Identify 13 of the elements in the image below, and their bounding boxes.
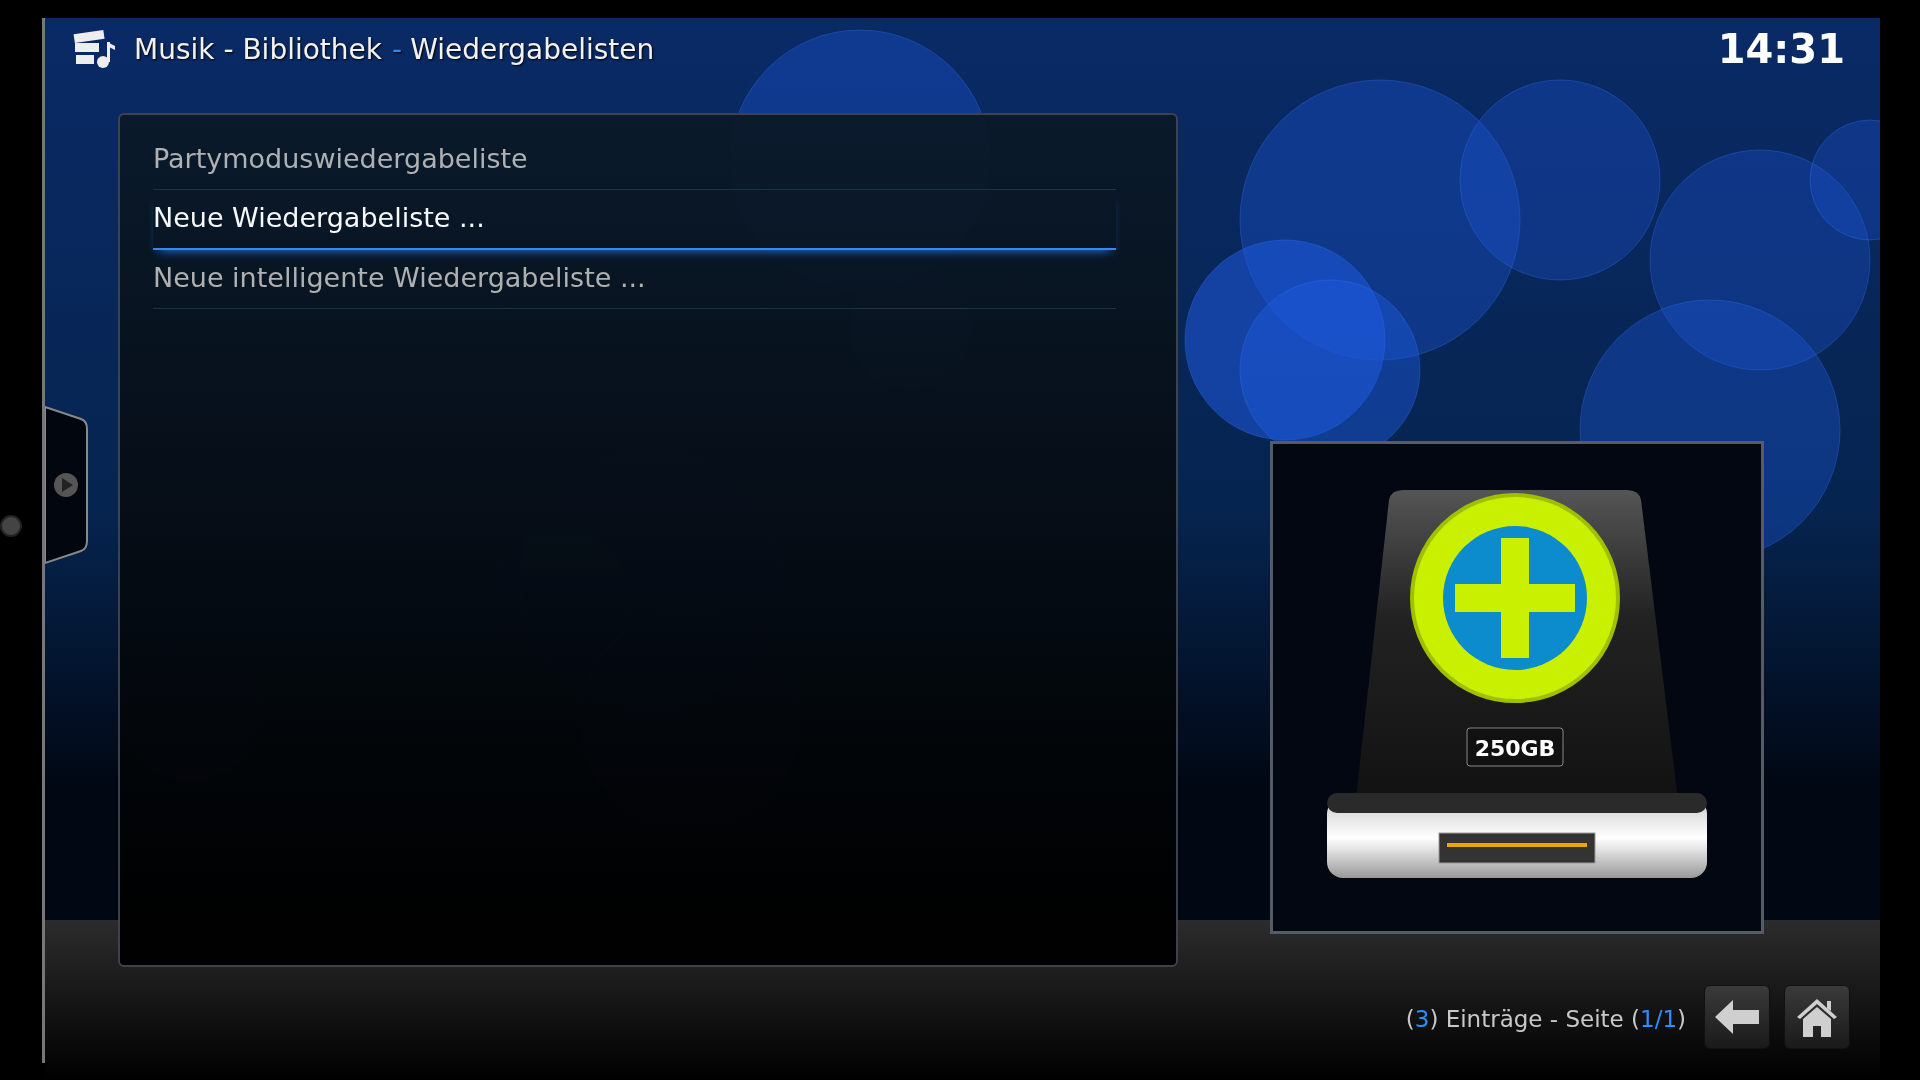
- back-arrow-icon: [1715, 1000, 1759, 1034]
- back-button[interactable]: [1704, 985, 1770, 1049]
- side-menu-tab[interactable]: [45, 405, 89, 565]
- clock: 14:31: [1717, 26, 1845, 72]
- home-button[interactable]: [1784, 985, 1850, 1049]
- breadcrumb-title: Musik - Bibliothek - Wiedergabelisten: [134, 32, 655, 66]
- home-icon: [1795, 997, 1839, 1037]
- item-count-text: (3) Einträge - Seite (1/1): [1405, 1006, 1686, 1032]
- playlist-item[interactable]: Neue Wiedergabeliste ...: [153, 190, 1116, 250]
- music-library-icon: [72, 28, 116, 70]
- playlist-item[interactable]: Neue intelligente Wiedergabeliste ...: [153, 250, 1116, 309]
- circle-icon: [0, 514, 24, 538]
- playlist-item[interactable]: Partymoduswiedergabeliste: [153, 131, 1116, 190]
